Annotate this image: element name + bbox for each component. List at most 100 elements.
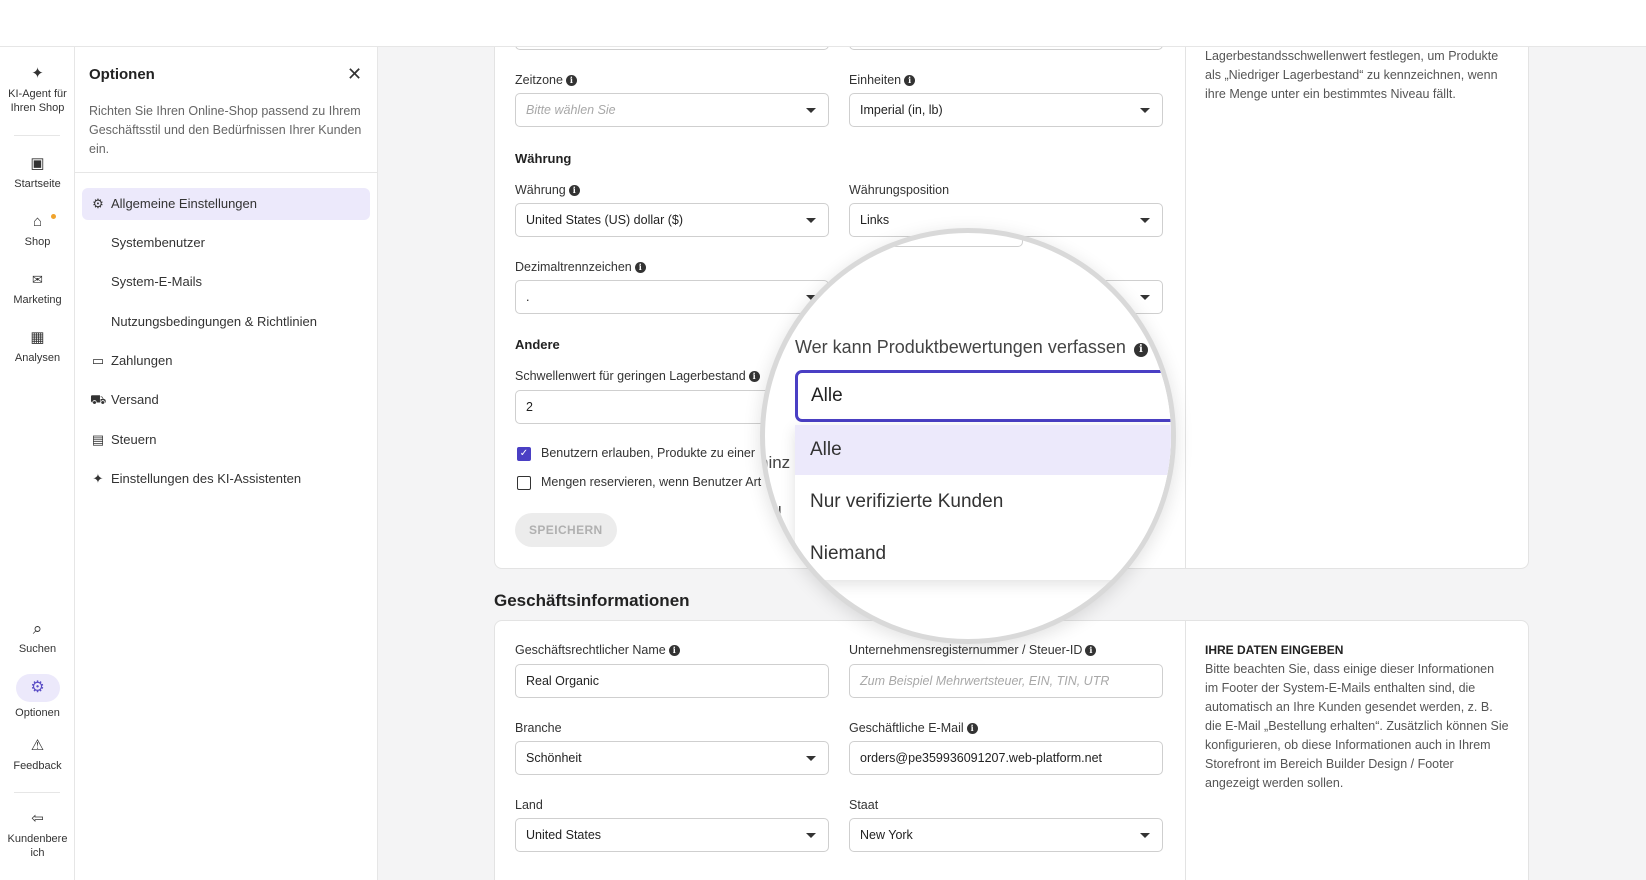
currency-select[interactable]: United States (US) dollar ($) [515, 203, 829, 237]
business-email-value: orders@pe359936091207.web-platform.net [860, 751, 1103, 765]
currency-label: Währung i [515, 183, 580, 197]
business-info-heading: Geschäftsinformationen [494, 591, 690, 610]
close-icon[interactable]: ✕ [347, 64, 362, 85]
state-select[interactable]: New York [849, 818, 1163, 852]
chevron-down-icon [806, 218, 816, 223]
product-reviews-label: Wer kann Produktbewertungen verfassen i [795, 337, 1148, 358]
store-icon: ⌂ [32, 213, 43, 230]
info-icon[interactable]: i [565, 75, 577, 86]
legal-name-input[interactable]: Real Organic [515, 664, 829, 698]
option-nur-verifizierte-kunden[interactable]: Nur verifizierte Kunden [795, 477, 1171, 527]
rail-item-label: Suchen [18, 643, 57, 655]
business-email-input[interactable]: orders@pe359936091207.web-platform.net [849, 741, 1163, 775]
rail-item-feedback[interactable]: ⚠ Feedback [0, 737, 75, 773]
info-icon[interactable]: i [568, 185, 580, 196]
site-admin-label: SITE ADMIN [152, 15, 230, 31]
rail-item-shop[interactable]: ⌂ Shop [0, 213, 75, 249]
menu-item-allgemeine-einstellungen[interactable]: ⚙ Allgemeine Einstellungen [82, 188, 370, 220]
rail-item-startseite[interactable]: ▣ Startseite [0, 155, 75, 191]
menu-item-steuern[interactable]: ▤ Steuern [82, 424, 370, 456]
menu-item-system-emails[interactable]: System-E-Mails [82, 266, 370, 298]
rail-item-label: Analysen [14, 352, 61, 364]
user-avatar[interactable]: AK [1606, 8, 1634, 36]
reserve-quantities-checkbox[interactable] [517, 476, 531, 490]
card-divider [1185, 621, 1186, 880]
panel-divider [75, 172, 378, 173]
menu-item-versand[interactable]: ⛟ Versand [82, 384, 370, 416]
decimal-value: . [526, 290, 530, 304]
rail-item-ki-agent[interactable]: ✦ KI-Agent für Ihren Shop [0, 65, 75, 115]
magnifier-lens: hinz enl Wer kann Produktbewertungen ver… [760, 228, 1176, 644]
units-label-text: Einheiten [849, 73, 902, 87]
product-reviews-dropdown[interactable]: Alle [795, 370, 1171, 422]
menu-item-ki-assistent[interactable]: ✦ Einstellungen des KI-Assistenten [82, 463, 370, 495]
business-help-text: Bitte beachten Sie, dass einige dieser I… [1205, 662, 1509, 790]
rail-item-optionen[interactable]: ⚙ Optionen [0, 674, 75, 720]
search-icon: ⌕ [32, 619, 43, 638]
rail-item-analysen[interactable]: ▦ Analysen [0, 329, 75, 365]
rail-item-label: Shop [24, 236, 51, 248]
site-url-link[interactable]: siteground.example.com [260, 16, 402, 31]
timezone-placeholder: Bitte wählen Sie [526, 103, 616, 117]
notification-dot [51, 214, 56, 219]
logo-text: SiteGround [29, 13, 122, 33]
timezone-label-text: Zeitzone [515, 73, 563, 87]
option-alle[interactable]: Alle [795, 425, 1171, 475]
siteground-logo[interactable]: SiteGround [13, 0, 122, 47]
business-email-label-text: Geschäftliche E-Mail [849, 721, 964, 735]
rail-divider [14, 135, 60, 136]
low-stock-value: 2 [526, 400, 533, 414]
chevron-down-icon [1140, 108, 1150, 113]
low-stock-help-text: Lagerbestandsschwellenwert festlegen, um… [1205, 49, 1499, 101]
menu-item-label: Nutzungsbedingungen & Richtlinien [111, 314, 317, 329]
partial-field-left[interactable] [515, 16, 829, 50]
panel-title: Optionen [89, 66, 155, 83]
units-select[interactable]: Imperial (in, lb) [849, 93, 1163, 127]
rail-item-marketing[interactable]: ✉ Marketing [0, 271, 75, 307]
decimal-label-text: Dezimaltrennzeichen [515, 260, 632, 274]
menu-item-label: Zahlungen [111, 353, 173, 368]
sparkle-icon: ✦ [92, 471, 104, 486]
info-icon[interactable]: i [966, 723, 978, 734]
menu-item-systembenutzer[interactable]: Systembenutzer [82, 227, 370, 259]
save-button[interactable]: SPEICHERN [515, 513, 617, 547]
legal-name-value: Real Organic [526, 674, 599, 688]
low-stock-label: Schwellenwert für geringen Lagerbestand i [515, 369, 760, 383]
units-label: Einheiten i [849, 73, 916, 87]
gear-icon: ⚙ [92, 196, 104, 211]
allow-add-products-checkbox[interactable]: ✓ [517, 447, 531, 461]
menu-item-nutzungsbedingungen[interactable]: Nutzungsbedingungen & Richtlinien [82, 306, 370, 338]
chevron-down-icon [806, 833, 816, 838]
country-select[interactable]: United States [515, 818, 829, 852]
legal-name-label-text: Geschäftsrechtlicher Name [515, 643, 666, 657]
help-icon[interactable]: ? [1568, 8, 1596, 36]
dashboard-icon: ▣ [30, 155, 45, 172]
menu-item-zahlungen[interactable]: ▭ Zahlungen [82, 345, 370, 377]
tax-id-label: Unternehmensregisternummer / Steuer-ID i [849, 643, 1097, 657]
topbar-divider [244, 12, 246, 34]
tax-id-placeholder: Zum Beispiel Mehrwertsteuer, EIN, TIN, U… [860, 674, 1110, 688]
timezone-select[interactable]: Bitte wählen Sie [515, 93, 829, 127]
info-icon[interactable]: i [1085, 645, 1097, 656]
tax-id-input[interactable]: Zum Beispiel Mehrwertsteuer, EIN, TIN, U… [849, 664, 1163, 698]
info-icon[interactable]: i [1133, 343, 1148, 357]
info-icon[interactable]: i [668, 645, 680, 656]
rail-item-suchen[interactable]: ⌕ Suchen [0, 620, 75, 656]
menu-item-label: Steuern [111, 432, 157, 447]
state-label: Staat [849, 798, 879, 812]
option-niemand[interactable]: Niemand [795, 529, 1171, 579]
logo-mark-icon [13, 16, 27, 30]
truck-icon: ⛟ [90, 392, 107, 407]
info-icon[interactable]: i [904, 75, 916, 86]
industry-select[interactable]: Schönheit [515, 741, 829, 775]
magnifier-content: hinz enl Wer kann Produktbewertungen ver… [765, 233, 1171, 639]
menu-item-label: Versand [111, 392, 159, 407]
partial-field-right[interactable] [849, 16, 1163, 50]
info-icon[interactable]: i [748, 371, 760, 382]
menu-item-label: Allgemeine Einstellungen [111, 196, 257, 211]
rail-item-kundenbereich[interactable]: ⇦ Kundenbereich [0, 810, 75, 860]
info-icon[interactable]: i [634, 262, 646, 273]
chevron-down-icon [806, 108, 816, 113]
business-help-box: IHRE DATEN EINGEBEN Bitte beachten Sie, … [1205, 641, 1510, 793]
currency-value: United States (US) dollar ($) [526, 213, 684, 227]
